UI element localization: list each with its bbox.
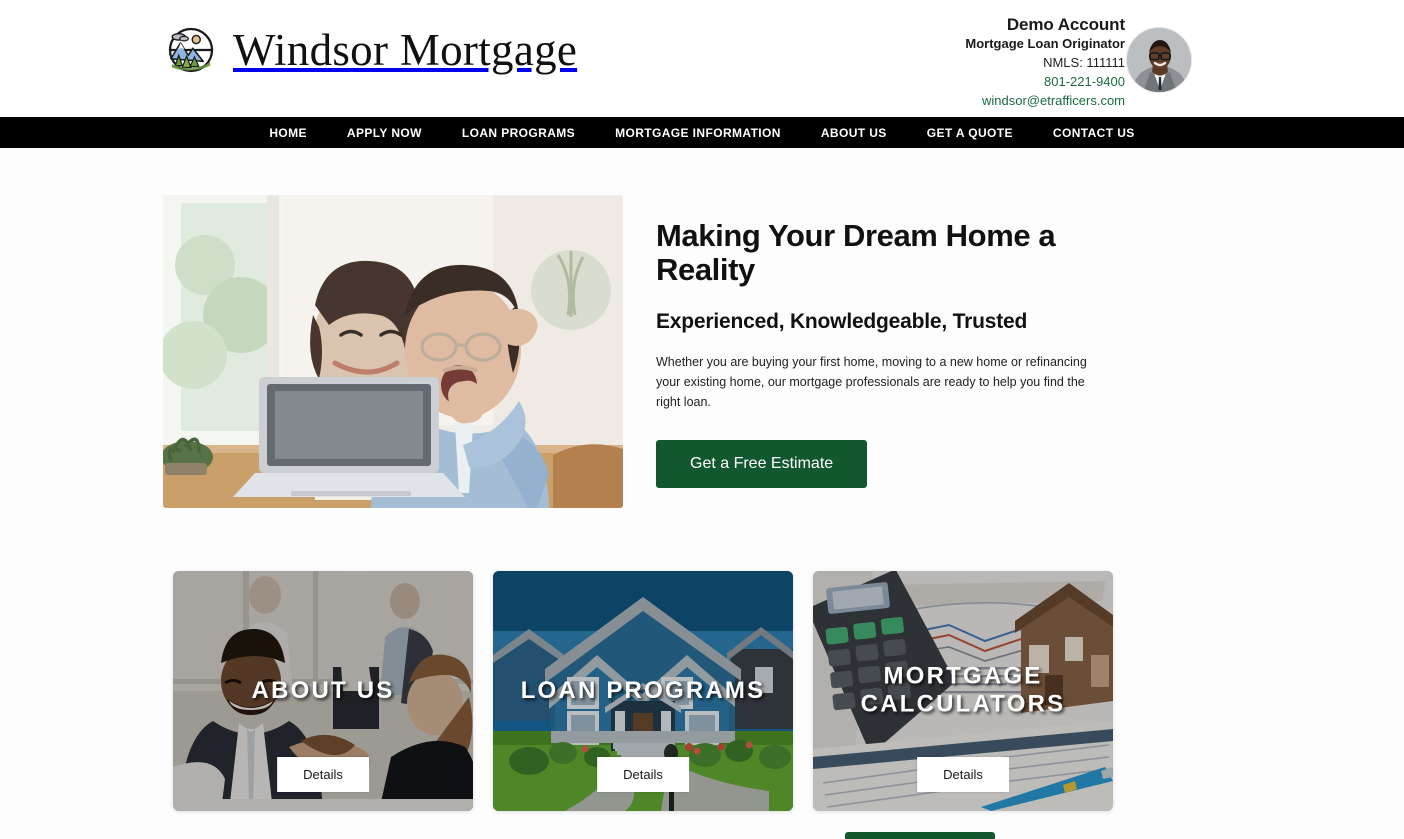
officer-nmls: NMLS: 111111 xyxy=(1043,55,1125,71)
card-title-mortgage-calculators: MORTGAGE CALCULATORS xyxy=(860,662,1066,718)
main-navigation: HOME APPLY NOW LOAN PROGRAMS MORTGAGE IN… xyxy=(0,117,1404,148)
nav-item-get-a-quote[interactable]: GET A QUOTE xyxy=(907,126,1033,140)
hero-subtitle: Experienced, Knowledgeable, Trusted xyxy=(656,309,1028,333)
card-title-loan-programs: LOAN PROGRAMS xyxy=(520,676,766,704)
header-contact-block: Demo Account Mortgage Loan Originator NM… xyxy=(865,14,1125,111)
details-button-loan-programs[interactable]: Details xyxy=(597,757,689,792)
hero-section: Making Your Dream Home a Reality Experie… xyxy=(0,148,1404,508)
hero-copy: Making Your Dream Home a Reality Experie… xyxy=(656,195,1116,508)
officer-title: Mortgage Loan Originator xyxy=(965,36,1125,52)
feature-cards: ABOUT US Details LOAN PROGRAMS Details M… xyxy=(0,508,1404,811)
officer-email-link[interactable]: windsor@etrafficers.com xyxy=(865,92,1125,111)
get-a-free-estimate-button[interactable]: Get a Free Estimate xyxy=(656,439,868,488)
logo-text: Windsor Mortgage xyxy=(233,24,578,75)
nav-item-loan-programs[interactable]: LOAN PROGRAMS xyxy=(442,126,595,140)
nav-item-home[interactable]: HOME xyxy=(249,126,327,140)
details-button-about-us[interactable]: Details xyxy=(277,757,369,792)
officer-name: Demo Account xyxy=(1006,15,1125,34)
mountain-sun-circle-logo-icon xyxy=(163,22,219,78)
card-about-us[interactable]: ABOUT US Details xyxy=(173,571,473,811)
hero-body-text: Whether you are buying your first home, … xyxy=(656,354,1087,410)
avatar xyxy=(1126,27,1192,93)
card-title-about-us: ABOUT US xyxy=(251,676,395,704)
nav-item-contact-us[interactable]: CONTACT US xyxy=(1033,126,1155,140)
next-section-accent-bar[interactable] xyxy=(845,832,995,839)
nav-item-apply-now[interactable]: APPLY NOW xyxy=(327,126,442,140)
card-mortgage-calculators[interactable]: MORTGAGE CALCULATORS Details xyxy=(813,571,1113,811)
site-header: Windsor Mortgage Demo Account Mortgage L… xyxy=(0,0,1404,117)
hero-image xyxy=(163,195,623,508)
officer-phone-link[interactable]: 801-221-9400 xyxy=(865,73,1125,92)
details-button-mortgage-calculators[interactable]: Details xyxy=(917,757,1009,792)
card-loan-programs[interactable]: LOAN PROGRAMS Details xyxy=(493,571,793,811)
hero-title: Making Your Dream Home a Reality xyxy=(656,218,1056,287)
nav-item-about-us[interactable]: ABOUT US xyxy=(801,126,907,140)
nav-item-mortgage-information[interactable]: MORTGAGE INFORMATION xyxy=(595,126,801,140)
page-root: Windsor Mortgage Demo Account Mortgage L… xyxy=(0,0,1404,839)
site-logo[interactable]: Windsor Mortgage xyxy=(163,22,577,78)
